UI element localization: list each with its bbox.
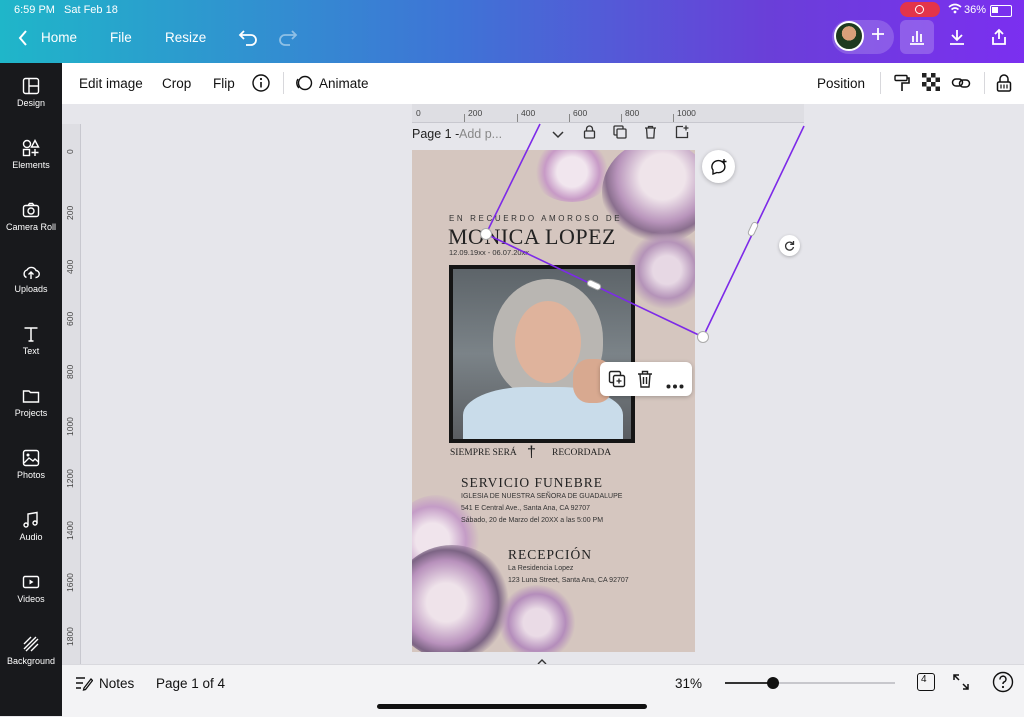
link-icon[interactable] bbox=[951, 73, 973, 95]
insights-button[interactable] bbox=[900, 20, 934, 54]
page-indicator[interactable]: Page 1 of 4 bbox=[156, 676, 225, 691]
sidebar-item-background[interactable]: Background bbox=[0, 635, 62, 691]
sidebar-item-text[interactable]: Text bbox=[0, 325, 62, 381]
sidebar-item-camera-roll[interactable]: Camera Roll bbox=[0, 201, 62, 257]
folder-icon bbox=[22, 390, 40, 403]
paint-roller-icon[interactable] bbox=[892, 73, 914, 95]
battery-percent: 36% bbox=[964, 4, 987, 16]
fullscreen-icon[interactable] bbox=[953, 674, 969, 695]
sidebar-item-design[interactable]: Design bbox=[0, 77, 62, 133]
top-bar: 6:59 PM Sat Feb 18 36% Home File Resize bbox=[0, 0, 1024, 63]
background-icon bbox=[23, 636, 39, 652]
canvas-workspace[interactable]: 0 200 400 600 800 1000 0 200 400 600 800… bbox=[62, 104, 1024, 664]
context-toolbar: Edit image Crop Flip Animate Position bbox=[62, 63, 1024, 105]
home-button[interactable]: Home bbox=[41, 30, 77, 45]
sidebar-item-label: Camera Roll bbox=[5, 222, 56, 232]
crop-button[interactable]: Crop bbox=[162, 76, 191, 91]
record-indicator bbox=[900, 2, 940, 17]
position-button[interactable]: Position bbox=[817, 76, 865, 91]
trash-icon[interactable] bbox=[637, 370, 653, 393]
video-icon bbox=[22, 575, 40, 589]
zoom-slider-knob[interactable] bbox=[766, 677, 779, 689]
more-options-icon[interactable] bbox=[666, 376, 684, 394]
sidebar-item-projects[interactable]: Projects bbox=[0, 387, 62, 443]
edit-image-button[interactable]: Edit image bbox=[79, 76, 143, 91]
sidebar: Design Elements Camera Roll Uploads Text… bbox=[0, 63, 62, 716]
add-comment-button[interactable] bbox=[702, 150, 735, 183]
zoom-level[interactable]: 31% bbox=[675, 676, 702, 691]
upload-icon bbox=[23, 266, 40, 279]
duplicate-icon[interactable] bbox=[608, 370, 626, 393]
status-time: 6:59 PM bbox=[14, 4, 55, 16]
rotate-icon bbox=[785, 241, 795, 251]
notes-icon[interactable] bbox=[75, 675, 94, 696]
sidebar-item-videos[interactable]: Videos bbox=[0, 573, 62, 629]
design-icon bbox=[22, 77, 40, 95]
sidebar-item-uploads[interactable]: Uploads bbox=[0, 263, 62, 319]
add-collaborator-icon[interactable] bbox=[870, 26, 886, 47]
resize-button[interactable]: Resize bbox=[165, 30, 206, 45]
sidebar-item-label: Videos bbox=[17, 594, 45, 604]
status-date: Sat Feb 18 bbox=[64, 4, 118, 16]
notes-button[interactable]: Notes bbox=[99, 676, 134, 691]
sidebar-item-label: Text bbox=[22, 346, 40, 356]
text-icon bbox=[24, 327, 38, 342]
camera-icon bbox=[22, 202, 40, 218]
sidebar-item-label: Audio bbox=[19, 532, 43, 542]
battery-icon bbox=[990, 5, 1012, 17]
animate-icon[interactable] bbox=[294, 73, 316, 95]
elements-icon bbox=[22, 139, 40, 157]
undo-icon[interactable] bbox=[238, 28, 258, 51]
info-icon[interactable] bbox=[251, 73, 273, 95]
share-icon[interactable] bbox=[990, 28, 1008, 51]
page-count: 4 bbox=[921, 674, 927, 685]
download-icon[interactable] bbox=[948, 28, 966, 51]
music-icon bbox=[23, 511, 38, 528]
rotate-handle[interactable] bbox=[779, 235, 800, 256]
sidebar-item-label: Photos bbox=[16, 470, 46, 480]
sidebar-item-photos[interactable]: Photos bbox=[0, 449, 62, 505]
lock-icon[interactable] bbox=[994, 73, 1016, 95]
collapse-chevron-icon[interactable] bbox=[537, 653, 547, 664]
avatar[interactable] bbox=[834, 21, 864, 51]
collaborators[interactable] bbox=[832, 20, 894, 54]
redo-icon[interactable] bbox=[278, 28, 298, 51]
animate-button[interactable]: Animate bbox=[319, 76, 369, 91]
file-menu[interactable]: File bbox=[110, 30, 132, 45]
flip-button[interactable]: Flip bbox=[213, 76, 235, 91]
status-bar: 6:59 PM Sat Feb 18 36% bbox=[0, 0, 1024, 20]
home-indicator bbox=[377, 704, 647, 709]
sidebar-item-elements[interactable]: Elements bbox=[0, 139, 62, 195]
bottom-bar: Notes Page 1 of 4 31% 4 bbox=[62, 664, 1024, 717]
pages-grid-button[interactable]: 4 bbox=[917, 673, 935, 691]
comment-add-icon bbox=[711, 159, 727, 176]
selection-outline[interactable] bbox=[62, 104, 1024, 664]
sidebar-item-label: Elements bbox=[12, 160, 50, 170]
back-chevron-icon[interactable] bbox=[18, 30, 28, 51]
sidebar-item-audio[interactable]: Audio bbox=[0, 511, 62, 567]
help-icon[interactable] bbox=[992, 671, 1014, 698]
sidebar-item-label: Projects bbox=[14, 408, 48, 418]
transparency-icon[interactable] bbox=[922, 73, 944, 95]
sidebar-item-label: Design bbox=[16, 98, 45, 108]
photo-icon bbox=[22, 449, 40, 467]
wifi-icon bbox=[948, 3, 962, 17]
sidebar-item-label: Background bbox=[6, 656, 56, 666]
element-context-menu bbox=[600, 362, 692, 396]
bar-chart-icon bbox=[910, 31, 924, 45]
zoom-slider[interactable] bbox=[725, 677, 895, 689]
sidebar-item-label: Uploads bbox=[14, 284, 48, 294]
